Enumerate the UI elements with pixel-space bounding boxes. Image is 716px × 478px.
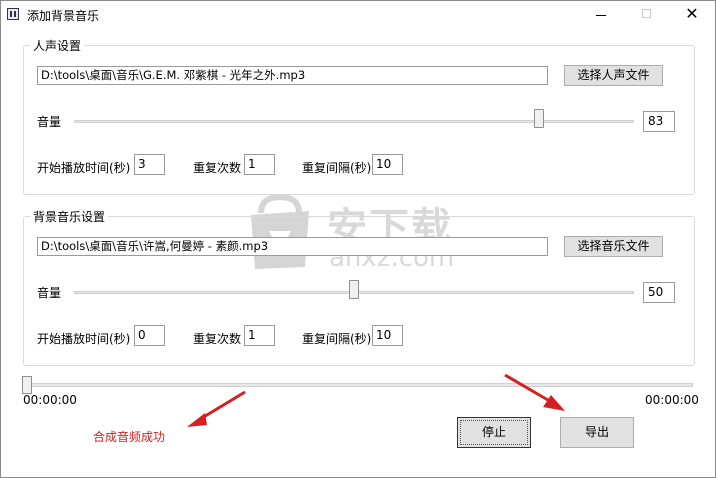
music-start-time-label: 开始播放时间(秒)	[37, 332, 131, 346]
vocal-start-time-field[interactable]: 3	[134, 154, 165, 175]
maximize-icon	[642, 9, 651, 18]
vocal-repeat-count-field[interactable]: 1	[244, 154, 275, 175]
stop-button[interactable]: 停止	[457, 417, 531, 448]
playback-progress-track[interactable]	[23, 383, 693, 387]
music-repeat-count-field[interactable]: 1	[244, 325, 275, 346]
annotation-arrow-right-icon	[504, 373, 565, 411]
minimize-icon	[596, 15, 606, 16]
add-background-music-window: 添加背景音乐 ✕ 安下载 anxz.com 人声设置 D:\tools\桌面\音…	[0, 0, 716, 478]
app-icon	[7, 8, 19, 20]
music-group-title: 背景音乐设置	[30, 208, 109, 225]
vocal-volume-label: 音量	[37, 115, 62, 129]
playback-progress-thumb[interactable]	[22, 376, 32, 394]
select-music-file-button[interactable]: 选择音乐文件	[564, 236, 663, 257]
music-start-time-field[interactable]: 0	[134, 325, 165, 346]
music-repeat-interval-field[interactable]: 10	[372, 325, 403, 346]
maximize-button[interactable]	[624, 1, 670, 29]
vocal-volume-slider-track[interactable]	[74, 120, 634, 123]
minimize-button[interactable]	[578, 1, 624, 29]
annotation-arrow-left-icon	[187, 390, 246, 427]
music-volume-field[interactable]: 50	[643, 282, 675, 303]
vocal-settings-group: 人声设置 D:\tools\桌面\音乐\G.E.M. 邓紫棋 - 光年之外.mp…	[23, 37, 695, 195]
music-repeat-count-label: 重复次数	[193, 332, 242, 346]
vocal-repeat-interval-label: 重复间隔(秒)	[302, 161, 372, 175]
vocal-start-time-label: 开始播放时间(秒)	[37, 161, 131, 175]
window-title: 添加背景音乐	[27, 9, 100, 23]
close-button[interactable]: ✕	[669, 1, 715, 29]
vocal-volume-field[interactable]: 83	[643, 111, 675, 132]
total-time: 00:00:00	[645, 393, 699, 407]
vocal-group-title: 人声设置	[30, 37, 85, 54]
music-file-path-field[interactable]: D:\tools\桌面\音乐\许嵩,何曼婷 - 素颜.mp3	[37, 237, 548, 256]
music-settings-group: 背景音乐设置 D:\tools\桌面\音乐\许嵩,何曼婷 - 素颜.mp3 选择…	[23, 208, 695, 366]
vocal-volume-slider-thumb[interactable]	[533, 109, 544, 128]
music-volume-slider-thumb[interactable]	[349, 280, 359, 299]
status-message: 合成音频成功	[93, 430, 166, 444]
vocal-file-path-field[interactable]: D:\tools\桌面\音乐\G.E.M. 邓紫棋 - 光年之外.mp3	[37, 66, 548, 85]
music-volume-label: 音量	[37, 286, 62, 300]
title-bar: 添加背景音乐 ✕	[1, 1, 715, 29]
current-time: 00:00:00	[23, 393, 77, 407]
music-repeat-interval-label: 重复间隔(秒)	[302, 332, 372, 346]
close-icon: ✕	[685, 4, 699, 23]
export-button[interactable]: 导出	[560, 417, 634, 448]
vocal-repeat-interval-field[interactable]: 10	[372, 154, 403, 175]
vocal-repeat-count-label: 重复次数	[193, 161, 242, 175]
select-vocal-file-button[interactable]: 选择人声文件	[564, 65, 663, 86]
